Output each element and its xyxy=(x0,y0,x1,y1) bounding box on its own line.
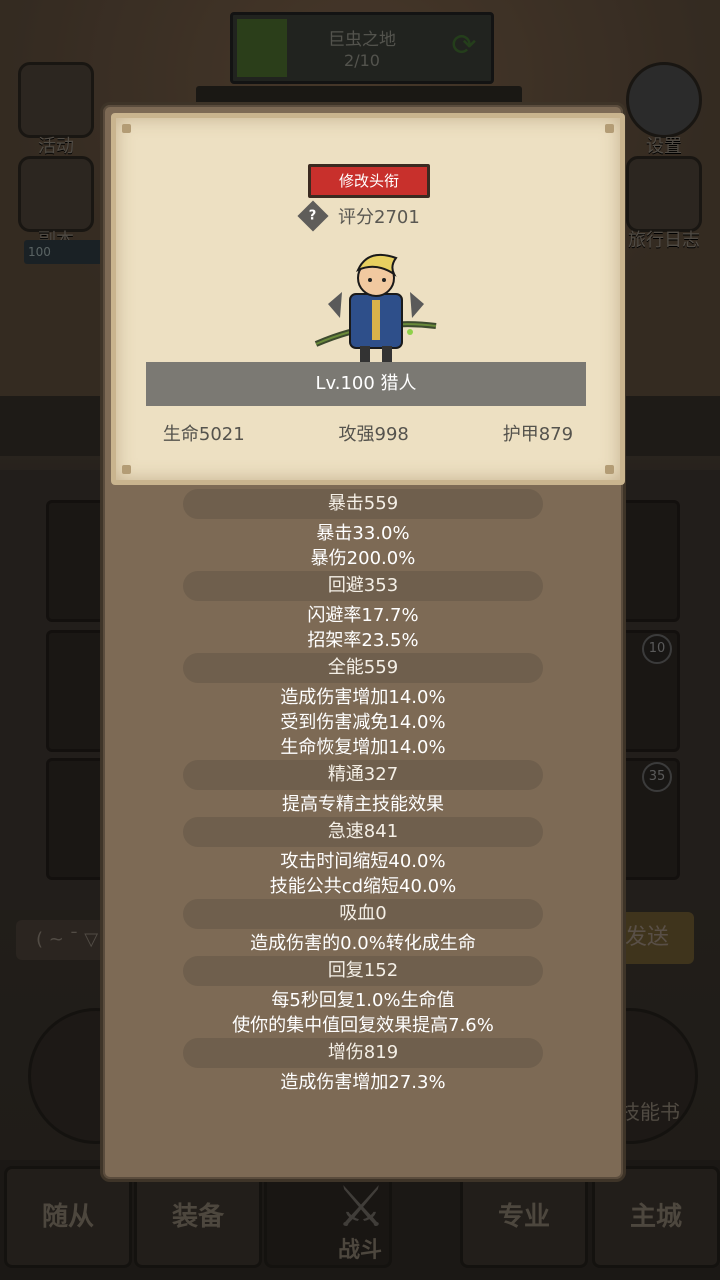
character-card: 修改头衔 ? 评分2701 Lv.100 猎人 生命5021 攻强998 护甲8… xyxy=(111,113,625,485)
stat-header: 回避353 xyxy=(183,571,543,601)
stat-group-mastery: 精通327 提高专精主技能效果 xyxy=(103,760,623,817)
stat-list[interactable]: 暴击559 暴击33.0% 暴伤200.0% 回避353 闪避率17.7% 招架… xyxy=(103,489,623,1095)
stat-line: 招架率23.5% xyxy=(307,630,419,651)
stat-line: 每5秒回复1.0%生命值 xyxy=(271,990,455,1011)
stat-line: 攻击时间缩短40.0% xyxy=(280,851,446,872)
stat-group-haste: 急速841 攻击时间缩短40.0% 技能公共cd缩短40.0% xyxy=(103,817,623,899)
rivet xyxy=(122,465,131,474)
stat-header: 回复152 xyxy=(183,956,543,986)
base-stat-armor: 护甲879 xyxy=(502,424,574,445)
score-text: 评分2701 xyxy=(338,207,420,228)
rename-title-button[interactable]: 修改头衔 xyxy=(308,164,430,198)
stat-line: 造成伤害增加14.0% xyxy=(280,687,446,708)
base-stats: 生命5021 攻强998 护甲879 xyxy=(116,420,620,454)
stat-header: 急速841 xyxy=(183,817,543,847)
stat-line: 造成伤害增加27.3% xyxy=(280,1072,446,1093)
stat-line: 生命恢复增加14.0% xyxy=(280,737,446,758)
rivet xyxy=(605,465,614,474)
stat-line: 使你的集中值回复效果提高7.6% xyxy=(232,1015,494,1036)
stat-group-damage-bonus: 增伤819 造成伤害增加27.3% xyxy=(103,1038,623,1095)
stat-group-regen: 回复152 每5秒回复1.0%生命值 使你的集中值回复效果提高7.6% xyxy=(103,956,623,1038)
stat-header: 暴击559 xyxy=(183,489,543,519)
stat-group-lifesteal: 吸血0 造成伤害的0.0%转化成生命 xyxy=(103,899,623,956)
rivet xyxy=(122,124,131,133)
stat-group-avoidance: 回避353 闪避率17.7% 招架率23.5% xyxy=(103,571,623,653)
rivet xyxy=(605,124,614,133)
stat-header: 增伤819 xyxy=(183,1038,543,1068)
help-icon[interactable]: ? xyxy=(297,200,329,232)
stat-line: 受到伤害减免14.0% xyxy=(280,712,446,733)
stat-line: 造成伤害的0.0%转化成生命 xyxy=(250,933,476,954)
stat-group-crit: 暴击559 暴击33.0% 暴伤200.0% xyxy=(103,489,623,571)
base-stat-attack-power: 攻强998 xyxy=(338,424,409,445)
stat-line: 暴伤200.0% xyxy=(310,548,416,569)
stat-line: 技能公共cd缩短40.0% xyxy=(269,876,457,897)
character-info-dialog: 修改头衔 ? 评分2701 Lv.100 猎人 生命5021 攻强998 护甲8… xyxy=(100,102,626,1182)
base-stat-health: 生命5021 xyxy=(162,424,245,445)
stat-header: 精通327 xyxy=(183,760,543,790)
stat-line: 暴击33.0% xyxy=(316,523,410,544)
stat-header: 全能559 xyxy=(183,653,543,683)
stat-header: 吸血0 xyxy=(183,899,543,929)
character-name-bar: Lv.100 猎人 xyxy=(146,362,586,406)
stat-line: 闪避率17.7% xyxy=(307,605,419,626)
stat-group-versatility: 全能559 造成伤害增加14.0% 受到伤害减免14.0% 生命恢复增加14.0… xyxy=(103,653,623,760)
hunter-avatar xyxy=(314,254,437,362)
stat-line: 提高专精主技能效果 xyxy=(282,794,444,815)
score-row: ? 评分2701 xyxy=(297,200,420,232)
